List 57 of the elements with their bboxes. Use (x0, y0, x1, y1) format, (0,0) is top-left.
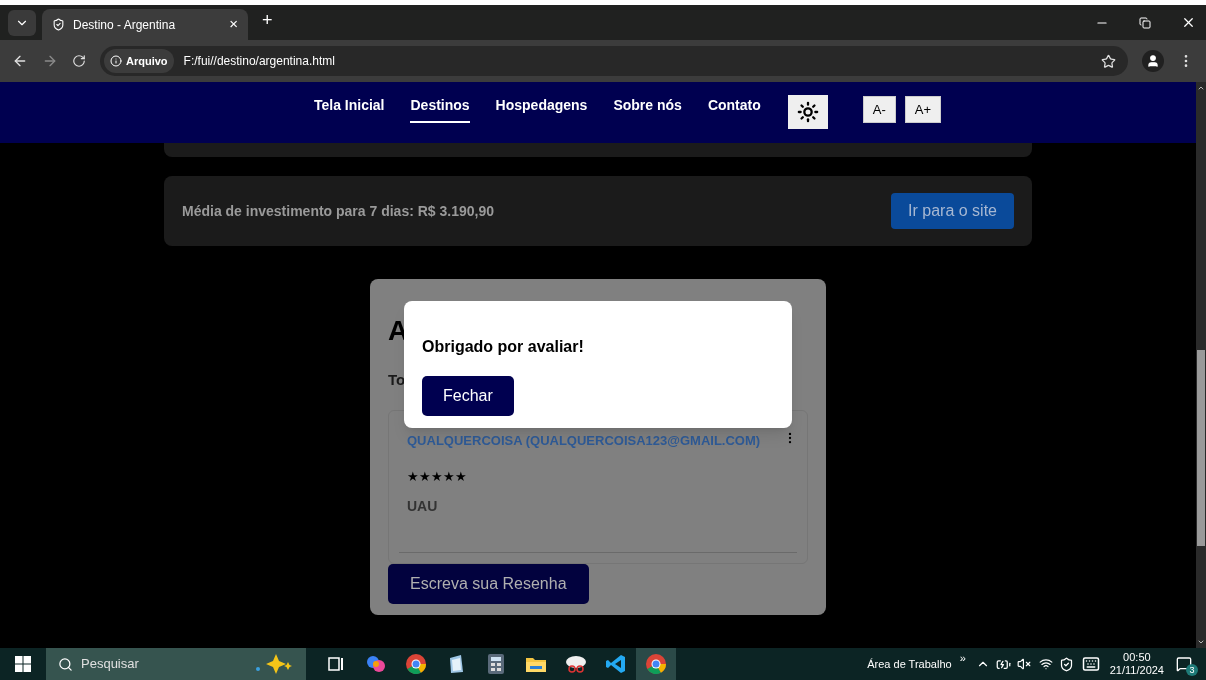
close-icon (1181, 15, 1196, 30)
address-bar[interactable]: Arquivo F:/fui//destino/argentina.html (100, 46, 1128, 76)
keyboard-icon (1081, 655, 1100, 673)
notification-count-badge: 3 (1186, 664, 1198, 676)
tab-list-button[interactable] (8, 10, 36, 36)
nav-link[interactable]: Tela Inicial (313, 95, 385, 123)
rating-star-icon: ★ (419, 466, 431, 486)
rating-star-icon: ★ (455, 466, 467, 486)
site-info-chip[interactable]: Arquivo (104, 49, 174, 73)
site-favicon-icon (52, 18, 65, 31)
investment-text: Média de investimento para 7 dias: R$ 3.190,90 (182, 201, 495, 221)
scroll-up-icon[interactable] (1197, 84, 1205, 92)
scrollbar-thumb[interactable] (1197, 350, 1205, 546)
muted-speaker-icon (1016, 657, 1031, 671)
browser-tab[interactable]: Destino - Argentina × (42, 9, 248, 40)
chrome-active-icon[interactable] (636, 648, 676, 680)
search-icon (58, 656, 73, 672)
profile-icon[interactable] (1142, 50, 1164, 72)
desktop-toolbar-label[interactable]: Área de Trabalho (867, 655, 952, 673)
scroll-down-icon[interactable] (1197, 638, 1205, 646)
visit-site-button[interactable]: Ir para o site (891, 193, 1014, 229)
back-icon (12, 53, 28, 69)
sun-icon (796, 101, 819, 123)
nav-link[interactable]: Contato (707, 95, 761, 123)
restore-icon (1139, 17, 1151, 29)
reviews-subheading: To (388, 370, 407, 390)
forward-icon (42, 53, 58, 69)
close-dialog-button[interactable]: Fechar (422, 376, 514, 416)
network-icon (1038, 657, 1053, 671)
security-icon (1058, 656, 1074, 672)
dialog-message: Obrigado por avaliar! (422, 337, 585, 357)
nav-link[interactable]: Destinos (410, 95, 470, 123)
toolbar-overflow-button[interactable]: » (959, 650, 966, 667)
rating-star-icon: ★ (443, 466, 455, 486)
windows-logo-icon (15, 656, 31, 672)
nav-link[interactable]: Sobre nós (613, 95, 682, 123)
tab-title: Destino - Argentina (73, 16, 177, 34)
write-review-button[interactable]: Escreva sua Resenha (388, 563, 589, 604)
bookmark-star-icon (1101, 53, 1116, 69)
nav-link[interactable]: Hospedagens (495, 95, 588, 123)
sparkle-icon (254, 652, 294, 676)
font-size-button[interactable]: A- (862, 96, 896, 123)
font-size-button[interactable]: A+ (904, 96, 942, 123)
review-text: UAU (407, 497, 439, 516)
tab-close-button[interactable]: × (229, 13, 238, 36)
url-text: F:/fui//destino/argentina.html (183, 53, 336, 70)
reload-icon (72, 54, 86, 68)
info-icon (110, 55, 122, 67)
rating-star-icon: ★ (407, 466, 419, 486)
review-author: QUALQUERCOISA (QUALQUERCOISA123@GMAIL.COM) (407, 432, 762, 449)
clock-date: 21/11/2024 (1109, 664, 1164, 677)
theme-toggle-button[interactable] (787, 95, 828, 129)
rating-star-icon: ★ (431, 466, 443, 486)
notifications-button[interactable]: 3 (1176, 652, 1198, 676)
clock-time: 00:50 (1123, 651, 1151, 664)
taskbar-search-field[interactable]: Pesquisar (46, 648, 306, 680)
new-tab-button[interactable]: + (262, 7, 273, 34)
